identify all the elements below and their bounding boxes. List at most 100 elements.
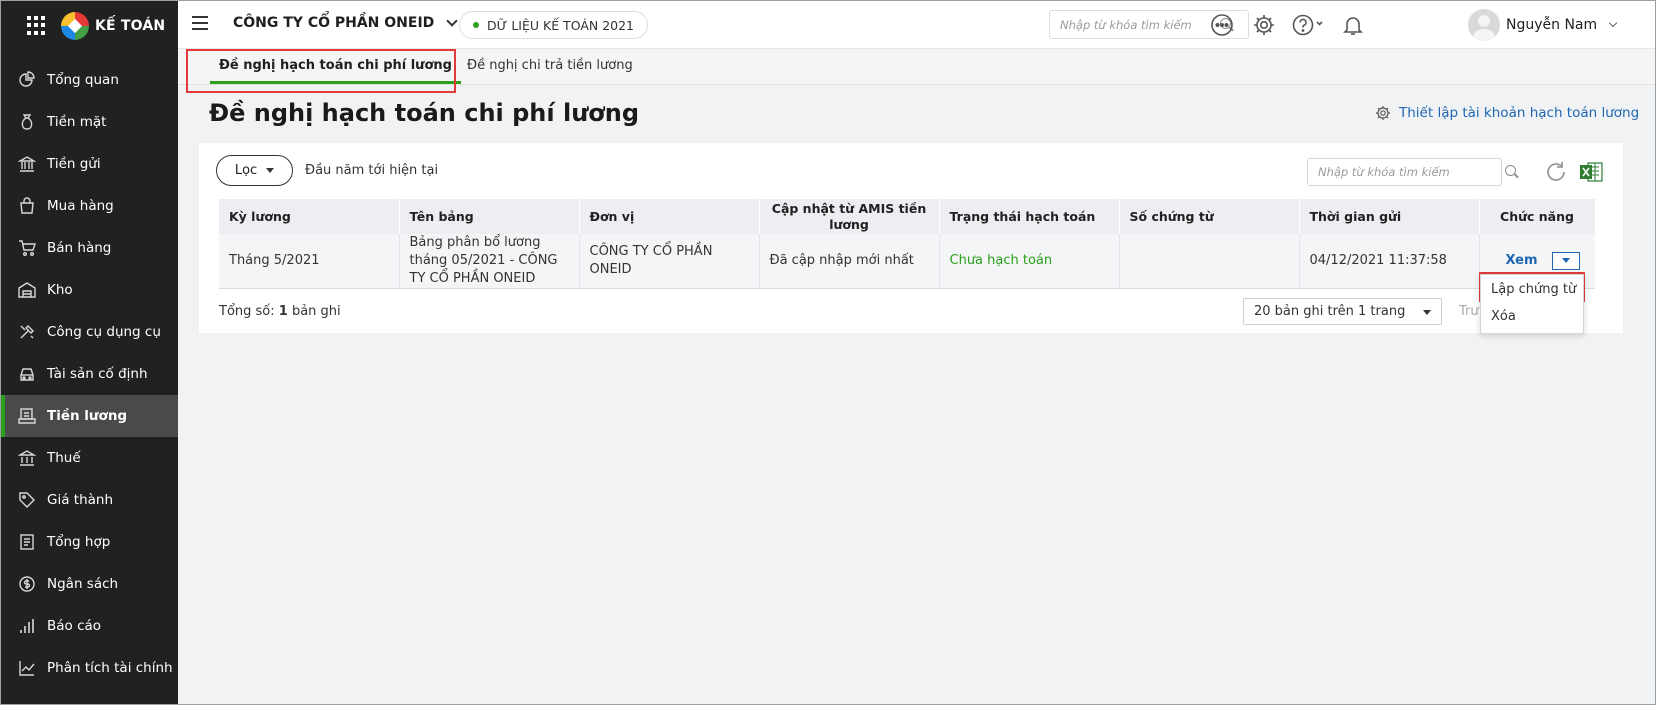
sidebar-item-label: Thuế [47, 450, 81, 466]
cell-don-vi: CÔNG TY CỔ PHẦN ONEID [579, 234, 760, 289]
dashboard-icon [18, 71, 36, 89]
sidebar-nav: Tổng quan Tiền mặt Tiền gửi Mua hàng Bán… [0, 59, 178, 689]
company-selector[interactable]: CÔNG TY CỔ PHẦN ONEID [233, 14, 458, 31]
company-name: CÔNG TY CỔ PHẦN ONEID [233, 15, 435, 31]
view-link[interactable]: Xem [1506, 253, 1538, 268]
sidebar-header: KẾ TOÁN [0, 0, 178, 51]
refresh-icon[interactable] [1544, 160, 1568, 184]
sidebar-item-label: Công cụ dụng cụ [47, 324, 161, 340]
cart-icon [18, 239, 36, 257]
tab-hach-toan[interactable]: Đề nghị hạch toán chi phí lương [210, 49, 461, 85]
data-year-selector[interactable]: DỮ LIỆU KẾ TOÁN 2021 [459, 11, 649, 39]
sidebar-item-label: Tài sản cố định [47, 366, 148, 382]
column-header[interactable]: Trạng thái hạch toán [939, 199, 1120, 234]
sidebar-item-mua-hang[interactable]: Mua hàng [0, 185, 178, 227]
sidebar-item-label: Tổng hợp [47, 534, 111, 550]
sidebar-item-ngan-sach[interactable]: Ngân sách [0, 563, 178, 605]
brand-name: KẾ TOÁN [95, 17, 166, 34]
budget-icon [18, 575, 36, 593]
sidebar-item-label: Tiền mặt [47, 114, 107, 130]
sidebar-item-tong-hop[interactable]: Tổng hợp [0, 521, 178, 563]
sidebar-item-ban-hang[interactable]: Bán hàng [0, 227, 178, 269]
brand-logo [61, 11, 89, 40]
payroll-table: Kỳ lương Tên bảng Đơn vị Cập nhật từ AMI… [219, 199, 1596, 289]
sidebar: KẾ TOÁN Tổng quan Tiền mặt Tiền gửi Mua … [0, 0, 178, 705]
tab-chi-tra[interactable]: Đề nghị chi trả tiền lương [467, 49, 633, 85]
menu-item-lap-chung-tu[interactable]: Lập chứng từ [1491, 282, 1576, 297]
settings-link-label: Thiết lập tài khoản hạch toán lương [1399, 105, 1640, 121]
car-icon [18, 365, 36, 383]
table-search [1307, 158, 1516, 186]
menu-icon[interactable] [192, 16, 208, 30]
data-year-label: DỮ LIỆU KẾ TOÁN 2021 [487, 17, 635, 33]
sidebar-item-tien-gui[interactable]: Tiền gửi [0, 143, 178, 185]
sidebar-item-tien-luong[interactable]: Tiền lương [0, 395, 178, 437]
sidebar-item-label: Tổng quan [47, 72, 119, 88]
more-icon[interactable] [1209, 12, 1235, 38]
gear-icon[interactable] [1251, 12, 1277, 38]
help-icon[interactable] [1291, 12, 1327, 38]
app-grid-icon[interactable] [27, 15, 47, 36]
table-row[interactable]: Tháng 5/2021 Bảng phân bổ lương tháng 05… [219, 234, 1595, 289]
total-suffix: bản ghi [291, 304, 341, 319]
user-menu[interactable]: Nguyễn Nam [1468, 9, 1618, 41]
sidebar-item-label: Phân tích tài chính [47, 660, 173, 676]
page-title: Đề nghị hạch toán chi phí lương [209, 99, 640, 127]
tag-icon [18, 491, 36, 509]
column-header[interactable]: Đơn vị [579, 199, 760, 234]
column-header[interactable]: Kỳ lương [219, 199, 400, 234]
sidebar-item-label: Kho [47, 282, 73, 298]
bank-icon [18, 155, 36, 173]
search-icon[interactable] [1505, 165, 1519, 179]
row-action-menu: Lập chứng từ Xóa [1480, 274, 1584, 334]
cell-thoi-gian: 04/12/2021 11:37:58 [1299, 234, 1480, 289]
sidebar-item-kho[interactable]: Kho [0, 269, 178, 311]
period-label: Đầu năm tới hiện tại [305, 163, 439, 178]
tools-icon [18, 323, 36, 341]
column-header[interactable]: Cập nhật từ AMIS tiền lương [759, 199, 940, 234]
sidebar-item-label: Mua hàng [47, 198, 114, 214]
page-size-value: 20 bản ghi trên 1 trang [1254, 304, 1406, 319]
sidebar-item-label: Bán hàng [47, 240, 112, 256]
sidebar-item-tong-quan[interactable]: Tổng quan [0, 59, 178, 101]
total-prefix: Tổng số: [219, 304, 275, 319]
bell-icon[interactable] [1340, 12, 1366, 38]
settings-link[interactable]: Thiết lập tài khoản hạch toán lương [1375, 105, 1639, 121]
excel-export-icon[interactable] [1579, 161, 1603, 183]
sidebar-item-gia-thanh[interactable]: Giá thành [0, 479, 178, 521]
menu-item-xoa[interactable]: Xóa [1491, 309, 1516, 324]
filter-button[interactable]: Lọc [216, 155, 293, 186]
prev-page-link[interactable]: Trư [1459, 304, 1479, 319]
sidebar-item-label: Giá thành [47, 492, 114, 508]
sidebar-item-phan-tich[interactable]: Phân tích tài chính [0, 647, 178, 689]
global-search-input[interactable] [1050, 11, 1210, 38]
sidebar-item-label: Ngân sách [47, 576, 119, 592]
row-action-dropdown-button[interactable] [1551, 251, 1580, 270]
caret-down-icon [1423, 310, 1431, 315]
warehouse-icon [18, 281, 36, 299]
sidebar-item-label: Báo cáo [47, 618, 102, 634]
sidebar-item-tai-san[interactable]: Tài sản cố định [0, 353, 178, 395]
column-header[interactable]: Thời gian gửi [1299, 199, 1480, 234]
sidebar-item-label: Tiền gửi [47, 156, 101, 172]
chevron-down-icon [446, 14, 458, 27]
sidebar-item-thue[interactable]: Thuế [0, 437, 178, 479]
top-header: CÔNG TY CỔ PHẦN ONEID DỮ LIỆU KẾ TOÁN 20… [178, 0, 1656, 49]
sidebar-item-bao-cao[interactable]: Báo cáo [0, 605, 178, 647]
column-header[interactable]: Số chứng từ [1119, 199, 1300, 234]
cell-cap-nhat: Đã cập nhập mới nhất [759, 234, 940, 289]
sidebar-item-cong-cu[interactable]: Công cụ dụng cụ [0, 311, 178, 353]
column-header[interactable]: Tên bảng [399, 199, 580, 234]
table-header-row: Kỳ lương Tên bảng Đơn vị Cập nhật từ AMI… [219, 199, 1596, 234]
payroll-icon [18, 407, 36, 425]
tab-bar: Đề nghị hạch toán chi phí lương Đề nghị … [178, 49, 1656, 85]
user-name: Nguyễn Nam [1506, 17, 1598, 33]
report-icon [18, 617, 36, 635]
sidebar-item-tien-mat[interactable]: Tiền mặt [0, 101, 178, 143]
table-search-input[interactable] [1308, 159, 1468, 185]
tax-icon [18, 449, 36, 467]
page-size-select[interactable]: 20 bản ghi trên 1 trang [1243, 298, 1442, 325]
caret-down-icon [1561, 258, 1570, 264]
sidebar-item-label: Tiền lương [47, 408, 128, 424]
cell-trang-thai: Chưa hạch toán [939, 234, 1120, 289]
